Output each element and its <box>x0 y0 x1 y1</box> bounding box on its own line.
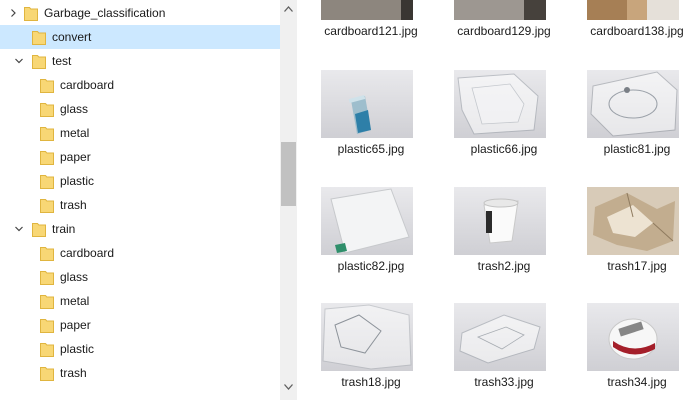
image-thumbnail[interactable] <box>321 303 413 371</box>
tree-item-glass[interactable]: glass <box>0 265 280 289</box>
file-name: plastic66.jpg <box>470 142 538 156</box>
tree-item-test[interactable]: test <box>0 49 280 73</box>
folder-icon <box>40 126 54 141</box>
file-item[interactable]: trash33.jpg <box>434 293 558 393</box>
tree-item-plastic[interactable]: plastic <box>0 337 280 361</box>
image-thumbnail[interactable] <box>321 0 413 20</box>
image-thumbnail[interactable] <box>587 187 679 255</box>
file-item[interactable]: trash2.jpg <box>434 177 558 277</box>
file-item[interactable]: plastic66.jpg <box>434 60 558 160</box>
scroll-thumb[interactable] <box>281 142 296 206</box>
file-view: cardboard121.jpg cardboard129.jpg cardboar… <box>297 0 698 400</box>
tree-item-label: plastic <box>60 174 95 188</box>
folder-icon <box>40 342 54 357</box>
tree-item-Garbage_classification[interactable]: Garbage_classification <box>0 1 280 25</box>
file-item[interactable]: trash17.jpg <box>567 177 691 277</box>
tree-item-metal[interactable]: metal <box>0 121 280 145</box>
image-thumbnail[interactable] <box>321 187 413 255</box>
file-name: cardboard138.jpg <box>590 24 684 38</box>
image-thumbnail[interactable] <box>321 70 413 138</box>
file-name: plastic81.jpg <box>603 142 671 156</box>
folder-icon <box>32 222 46 237</box>
image-thumbnail[interactable] <box>587 0 679 20</box>
file-item[interactable]: trash18.jpg <box>301 293 425 393</box>
chevron-down-icon[interactable] <box>13 223 25 235</box>
folder-icon <box>40 294 54 309</box>
image-thumbnail[interactable] <box>454 303 546 371</box>
image-thumbnail[interactable] <box>454 0 546 20</box>
folder-icon <box>40 198 54 213</box>
folder-icon <box>32 54 46 69</box>
file-item[interactable]: plastic82.jpg <box>301 177 425 277</box>
tree-item-label: paper <box>60 318 91 332</box>
folder-icon <box>40 246 54 261</box>
tree-item-convert[interactable]: convert <box>0 25 280 49</box>
image-thumbnail[interactable] <box>587 303 679 371</box>
image-thumbnail[interactable] <box>454 187 546 255</box>
folder-icon <box>40 366 54 381</box>
folder-icon <box>40 102 54 117</box>
tree-item-plastic[interactable]: plastic <box>0 169 280 193</box>
folder-icon <box>32 30 46 45</box>
chevron-right-icon[interactable] <box>7 7 19 19</box>
tree-item-label: paper <box>60 150 91 164</box>
scroll-down-button[interactable] <box>280 378 297 395</box>
file-name: plastic82.jpg <box>337 259 405 273</box>
folder-icon <box>40 174 54 189</box>
tree-item-label: trash <box>60 366 87 380</box>
tree-item-paper[interactable]: paper <box>0 145 280 169</box>
file-name: trash2.jpg <box>477 259 531 273</box>
navigation-scrollbar[interactable] <box>280 0 297 400</box>
tree-item-train[interactable]: train <box>0 217 280 241</box>
tree-item-trash[interactable]: trash <box>0 193 280 217</box>
file-name: cardboard129.jpg <box>457 24 551 38</box>
tree-item-label: plastic <box>60 342 95 356</box>
tree-item-label: trash <box>60 198 87 212</box>
arrow-down-icon <box>284 383 293 390</box>
tree-item-paper[interactable]: paper <box>0 313 280 337</box>
file-name: plastic65.jpg <box>337 142 405 156</box>
folder-icon <box>40 150 54 165</box>
tree-item-label: cardboard <box>60 246 115 260</box>
chevron-down-icon[interactable] <box>13 55 25 67</box>
folder-icon <box>24 6 38 21</box>
file-item[interactable]: plastic65.jpg <box>301 60 425 160</box>
tree-item-label: cardboard <box>60 78 115 92</box>
navigation-pane: Garbage_classificationconvert test cardboa… <box>0 0 280 400</box>
tree-item-cardboard[interactable]: cardboard <box>0 73 280 97</box>
tree-item-glass[interactable]: glass <box>0 97 280 121</box>
tree-item-label: metal <box>60 126 90 140</box>
scroll-up-button[interactable] <box>280 0 297 17</box>
tree-item-label: glass <box>60 102 89 116</box>
file-name: trash17.jpg <box>607 259 667 273</box>
tree-item-label: train <box>52 222 76 236</box>
tree-item-label: Garbage_classification <box>44 6 166 20</box>
file-name: trash33.jpg <box>474 375 534 389</box>
tree-item-cardboard[interactable]: cardboard <box>0 241 280 265</box>
tree-item-label: glass <box>60 270 89 284</box>
file-name: trash18.jpg <box>341 375 401 389</box>
folder-icon <box>40 78 54 93</box>
image-thumbnail[interactable] <box>454 70 546 138</box>
file-name: trash34.jpg <box>607 375 667 389</box>
tree-item-label: convert <box>52 30 92 44</box>
image-thumbnail[interactable] <box>587 70 679 138</box>
tree-item-label: metal <box>60 294 90 308</box>
tree-item-label: test <box>52 54 72 68</box>
file-name: cardboard121.jpg <box>324 24 418 38</box>
arrow-up-icon <box>284 5 293 12</box>
file-item[interactable]: trash34.jpg <box>567 293 691 393</box>
folder-icon <box>40 270 54 285</box>
tree-item-trash[interactable]: trash <box>0 361 280 385</box>
folder-icon <box>40 318 54 333</box>
tree-item-metal[interactable]: metal <box>0 289 280 313</box>
file-item[interactable]: plastic81.jpg <box>567 60 691 160</box>
